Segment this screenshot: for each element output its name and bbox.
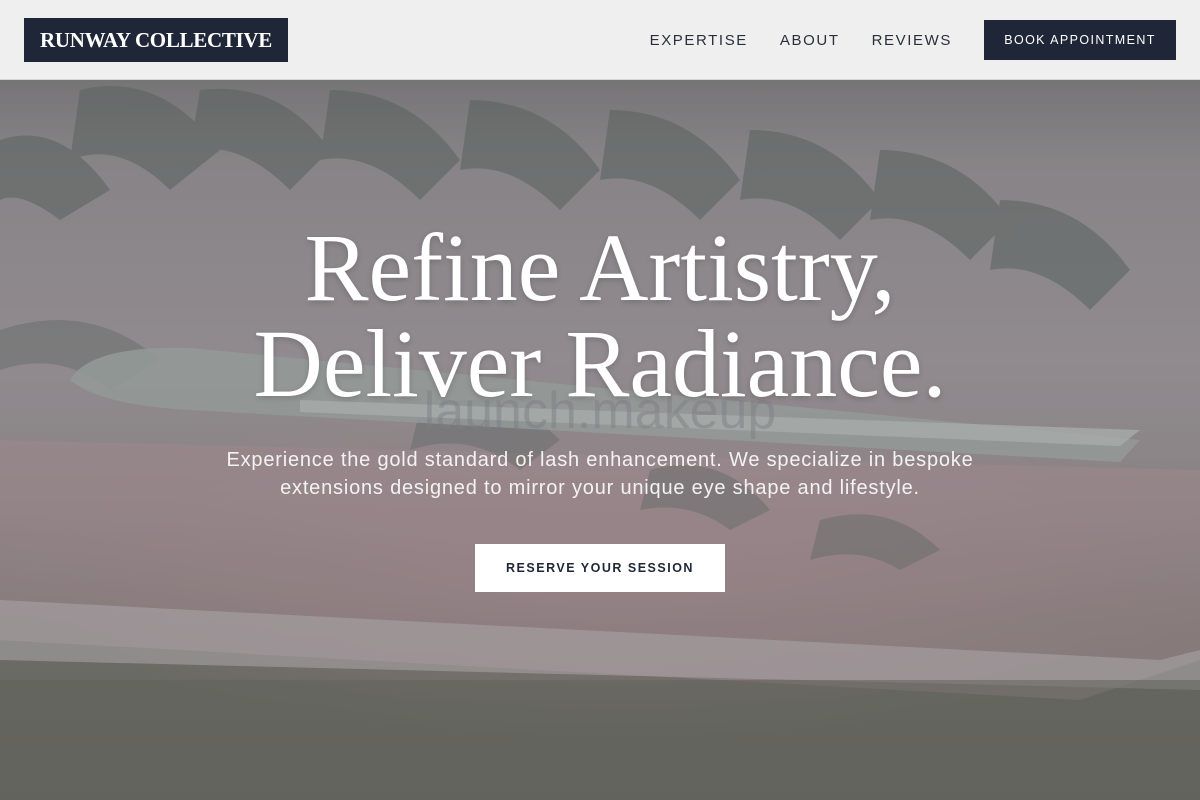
logo[interactable]: RUNWAY COLLECTIVE (24, 18, 288, 62)
reserve-session-button[interactable]: RESERVE YOUR SESSION (475, 544, 725, 592)
site-header: RUNWAY COLLECTIVE EXPERTISE ABOUT REVIEW… (0, 0, 1200, 80)
hero-subtitle: Experience the gold standard of lash enh… (226, 449, 974, 499)
hero-title-line-2: Deliver Radiance. (253, 310, 947, 417)
landing-page: launch.makeup RUNWAY COLLECTIVE EXPERTIS… (0, 0, 1200, 800)
hero-section: Refine Artistry, Deliver Radiance. Exper… (0, 220, 1200, 592)
nav-link-expertise[interactable]: EXPERTISE (650, 32, 748, 49)
main-nav: EXPERTISE ABOUT REVIEWS (650, 0, 952, 80)
nav-link-about[interactable]: ABOUT (780, 32, 840, 49)
book-appointment-button[interactable]: BOOK APPOINTMENT (984, 20, 1176, 60)
nav-link-reviews[interactable]: REVIEWS (872, 32, 952, 49)
hero-title: Refine Artistry, Deliver Radiance. (0, 220, 1200, 412)
hero-title-line-1: Refine Artistry, (304, 214, 896, 321)
